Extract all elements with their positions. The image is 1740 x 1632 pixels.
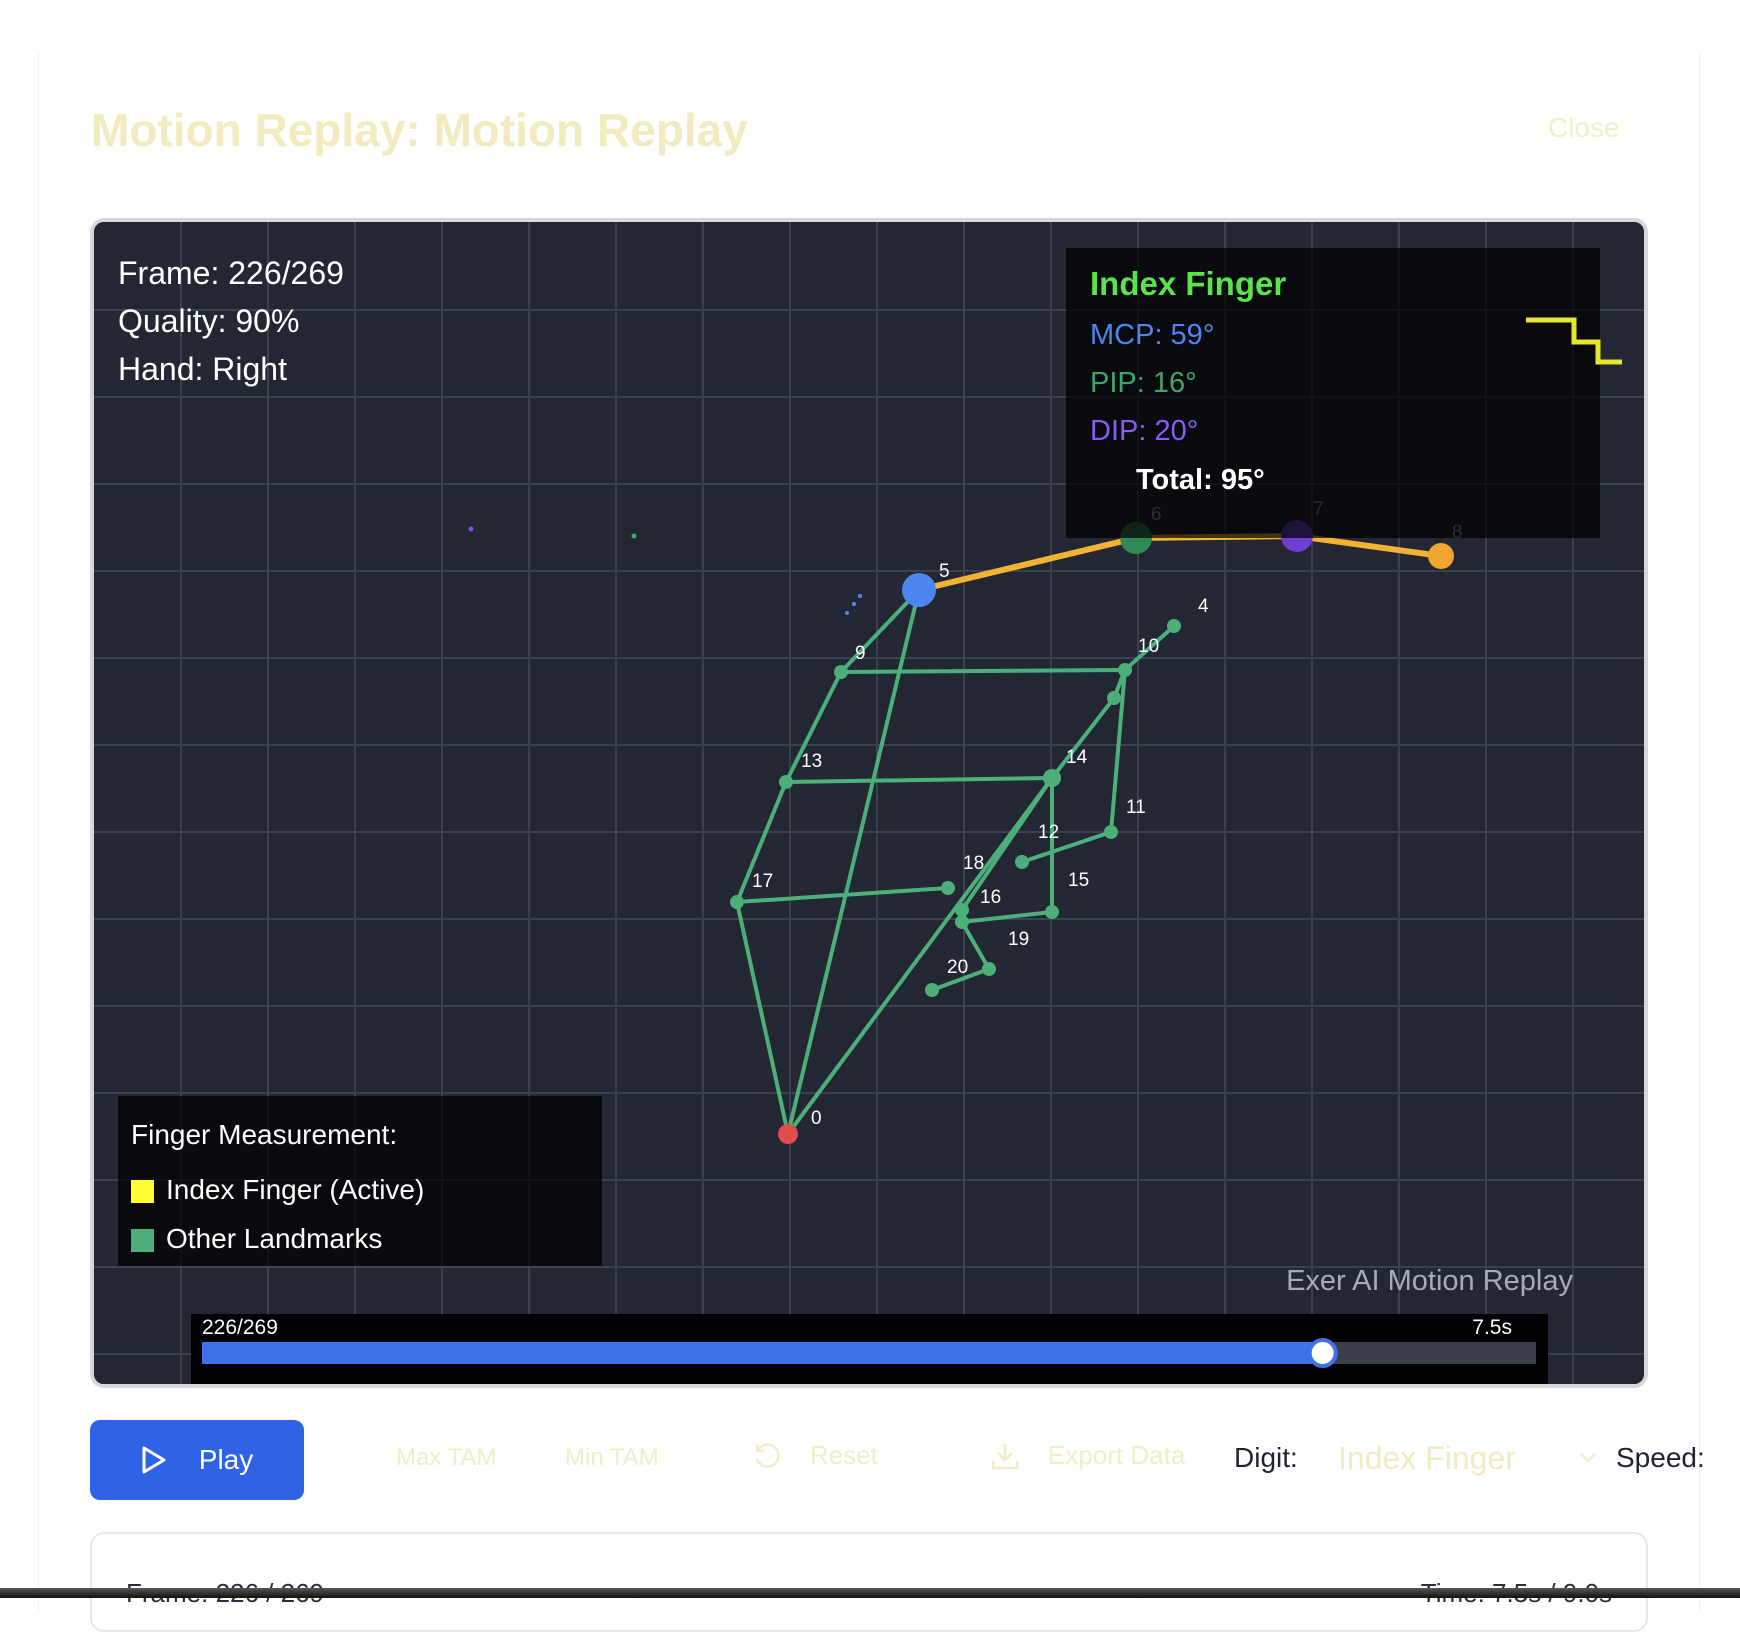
mcp-angle: MCP: 59° [1090, 319, 1214, 351]
landmark-19[interactable] [982, 962, 996, 976]
timeline: 226/269 7.5s [191, 1314, 1548, 1384]
label-20: 20 [947, 957, 968, 978]
landmark-0-wrist[interactable] [778, 1124, 798, 1144]
landmark-2[interactable] [1107, 691, 1121, 705]
label-9: 9 [855, 643, 866, 664]
close-button[interactable]: Close [1548, 112, 1620, 144]
landmark-16[interactable] [955, 915, 969, 929]
frame-info-frame: Frame: 226/269 [118, 255, 344, 291]
finger-angle-panel: Index Finger MCP: 59° PIP: 16° DIP: 20° … [1066, 248, 1622, 538]
digit-select[interactable]: Index Finger [1338, 1436, 1598, 1480]
legend-item-index: Index Finger (Active) [166, 1174, 424, 1205]
landmark-8-tip[interactable] [1428, 543, 1454, 569]
landmark-1[interactable] [955, 903, 969, 917]
finger-legend: Finger Measurement: Index Finger (Active… [118, 1096, 602, 1266]
legend-item-other: Other Landmarks [166, 1223, 382, 1254]
label-4: 4 [1198, 596, 1209, 617]
landmark-15[interactable] [1045, 905, 1059, 919]
label-0: 0 [811, 1108, 822, 1129]
stray-point [845, 611, 849, 615]
bottom-shadow [0, 1588, 1740, 1598]
landmark-9[interactable] [834, 665, 848, 679]
landmark-17[interactable] [730, 895, 744, 909]
digit-select-value: Index Finger [1338, 1439, 1516, 1476]
frame-info-quality: Quality: 90% [118, 303, 299, 339]
landmark-14[interactable] [1043, 769, 1061, 787]
landmark-11[interactable] [1104, 825, 1118, 839]
max-tam-button[interactable]: Max TAM [396, 1444, 496, 1472]
replay-svg: 0 4 5 6 7 8 9 10 11 12 13 14 15 16 17 18… [94, 222, 1644, 1384]
landmark-5-mcp[interactable] [902, 573, 936, 607]
modal-title: Motion Replay: Motion Replay [91, 104, 748, 156]
min-tam-button[interactable]: Min TAM [565, 1444, 659, 1472]
label-14: 14 [1066, 747, 1088, 768]
legend-swatch-index [131, 1180, 154, 1203]
label-18: 18 [963, 853, 984, 874]
landmark-18[interactable] [941, 881, 955, 895]
chevron-down-icon [1580, 1453, 1596, 1463]
finger-panel-title: Index Finger [1090, 265, 1286, 302]
speed-label: Speed: [1616, 1442, 1705, 1473]
play-label: Play [198, 1444, 254, 1475]
label-11: 11 [1126, 797, 1146, 818]
label-17: 17 [752, 871, 773, 892]
timeline-progress [202, 1342, 1323, 1364]
frame-info-hand: Hand: Right [118, 351, 287, 387]
label-19: 19 [1008, 929, 1029, 950]
digit-label: Digit: [1234, 1442, 1298, 1473]
landmark-13[interactable] [779, 775, 793, 789]
label-15: 15 [1068, 870, 1089, 891]
landmark-12[interactable] [1015, 855, 1029, 869]
total-angle: Total: 95° [1136, 464, 1265, 496]
play-icon [142, 1446, 166, 1474]
export-data-button[interactable]: Export Data [990, 1440, 1185, 1471]
legend-title: Finger Measurement: [131, 1119, 397, 1150]
play-button[interactable]: Play [90, 1420, 304, 1500]
label-12: 12 [1038, 822, 1059, 843]
label-10: 10 [1138, 636, 1159, 657]
stray-point [631, 533, 637, 539]
pip-angle: PIP: 16° [1090, 367, 1197, 399]
export-label: Export Data [1048, 1440, 1186, 1470]
label-13: 13 [801, 751, 822, 772]
label-16: 16 [980, 887, 1001, 908]
stray-point [852, 602, 856, 606]
landmark-3[interactable] [1118, 663, 1132, 677]
label-5: 5 [939, 561, 950, 582]
landmark-4[interactable] [1167, 619, 1181, 633]
reset-icon [755, 1442, 780, 1468]
replay-controls: Play Max TAM Min TAM Reset Export Data D… [0, 1420, 1740, 1502]
legend-swatch-other [131, 1229, 154, 1252]
timeline-scrubber[interactable] [1307, 1338, 1338, 1368]
download-icon [991, 1443, 1019, 1469]
stray-point [468, 526, 474, 532]
bone-9-10 [839, 668, 1127, 674]
reset-button[interactable]: Reset [752, 1440, 878, 1471]
timeline-time-label: 7.5s [1472, 1316, 1512, 1339]
replay-stats: Frame: 226 / 269 Time: 7.5s / 9.0s [90, 1532, 1648, 1632]
landmark-20[interactable] [925, 983, 939, 997]
dip-angle: DIP: 20° [1090, 415, 1198, 447]
replay-canvas[interactable]: 0 4 5 6 7 8 9 10 11 12 13 14 15 16 17 18… [90, 218, 1648, 1388]
stray-point [858, 594, 862, 598]
watermark: Exer AI Motion Replay [1286, 1265, 1573, 1297]
timeline-frame-label: 226/269 [202, 1316, 278, 1339]
reset-label: Reset [810, 1440, 878, 1470]
